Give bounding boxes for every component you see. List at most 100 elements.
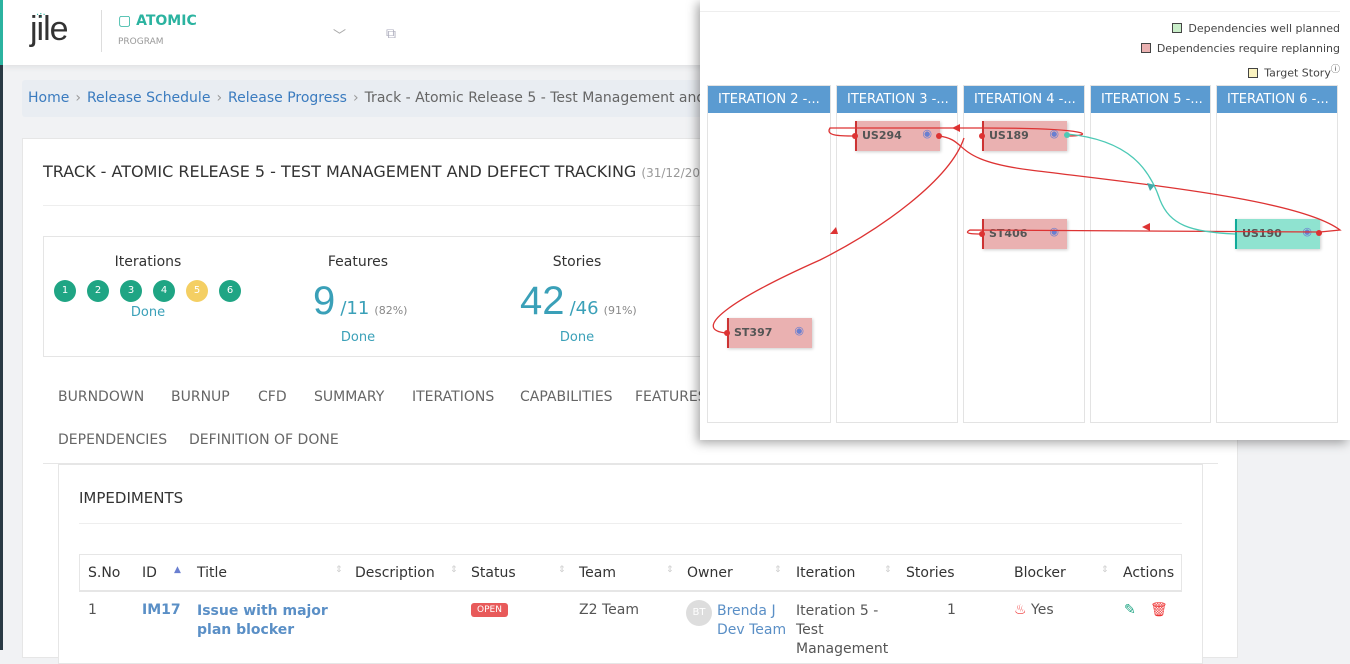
col-title[interactable]: Title	[197, 565, 227, 581]
iteration-dot[interactable]: 3	[120, 280, 142, 302]
tab-iterations[interactable]: ITERATIONS	[412, 389, 494, 405]
owner-line: Brenda J	[717, 603, 776, 619]
iteration-dots: 123456	[54, 278, 252, 302]
cell-stories: 1	[947, 602, 956, 618]
laptop-icon: ▢	[118, 13, 137, 29]
program-name: ATOMIC	[136, 13, 197, 29]
stories-pct: (91%)	[603, 304, 637, 317]
connector-dot	[724, 330, 730, 336]
tab-cfd[interactable]: CFD	[258, 389, 287, 405]
features-count: 9 /11 (82%)	[313, 279, 407, 324]
cell-title-link[interactable]: Issue with major plan blocker	[197, 602, 328, 640]
divider	[101, 10, 102, 52]
sort-icon[interactable]: ⇕	[450, 565, 458, 575]
tab-burndown[interactable]: BURNDOWN	[58, 389, 144, 405]
sort-icon[interactable]: ⇕	[558, 565, 566, 575]
cell-owner-link[interactable]: Brenda J Dev Team	[717, 602, 786, 640]
col-description[interactable]: Description	[355, 565, 435, 581]
iteration-dot[interactable]: 6	[219, 280, 241, 302]
impediments-title: IMPEDIMENTS	[79, 489, 184, 507]
col-blocker[interactable]: Blocker	[1014, 565, 1066, 581]
tab-burnup[interactable]: BURNUP	[171, 389, 230, 405]
stories-status: Done	[559, 330, 595, 345]
col-owner[interactable]: Owner	[687, 565, 733, 581]
sort-asc-icon[interactable]: ▲	[174, 565, 181, 575]
breadcrumb-release-progress[interactable]: Release Progress	[228, 90, 347, 106]
stories-count: 42 /46 (91%)	[520, 279, 637, 324]
dependency-arrows	[712, 124, 1342, 336]
blocker-value: Yes	[1031, 602, 1054, 618]
arrowhead	[830, 227, 838, 234]
program-selector[interactable]: ▢ ATOMIC	[118, 13, 197, 29]
title-line: Issue with major	[197, 603, 328, 619]
edit-icon[interactable]: ✎	[1124, 602, 1136, 618]
features-label: Features	[327, 254, 389, 270]
cell-id-link[interactable]: IM17	[142, 602, 181, 618]
iteration-dot[interactable]: 4	[153, 280, 175, 302]
owner-line: Dev Team	[717, 622, 787, 638]
hierarchy-icon[interactable]: ⧉	[386, 26, 396, 42]
title-text: TRACK - ATOMIC RELEASE 5 - TEST MANAGEME…	[43, 162, 637, 181]
cell-team: Z2 Team	[579, 602, 639, 618]
stories-done: 42	[520, 279, 565, 323]
dependency-popup: Dependencies well planned Dependencies r…	[700, 0, 1350, 440]
chevron-right-icon: ›	[352, 90, 359, 106]
stories-label: Stories	[552, 254, 602, 270]
iteration-line: Test	[796, 622, 824, 638]
cell-iteration: Iteration 5 - Test Management	[796, 602, 888, 659]
sort-icon[interactable]: ⇕	[774, 565, 782, 575]
title-line: plan blocker	[197, 622, 295, 638]
avatar: BT	[686, 600, 712, 626]
col-id[interactable]: ID	[142, 565, 157, 581]
stories-total: /46	[569, 298, 599, 319]
sort-icon[interactable]: ⇕	[335, 565, 343, 575]
tab-capabilities[interactable]: CAPABILITIES	[520, 389, 613, 405]
delete-icon[interactable]: 🗑	[1150, 602, 1168, 618]
iteration-dot-current[interactable]: 5	[186, 280, 208, 302]
connector-dot	[979, 231, 985, 237]
arrowhead	[1142, 223, 1150, 231]
tab-dependencies[interactable]: DEPENDENCIES	[58, 432, 167, 448]
tab-definition-of-done[interactable]: DEFINITION OF DONE	[189, 432, 339, 448]
iterations-status: Done	[130, 305, 166, 320]
sort-icon[interactable]: ⇕	[884, 565, 892, 575]
sidebar-accent	[0, 0, 3, 65]
features-status: Done	[340, 330, 376, 345]
features-done: 9	[313, 279, 336, 323]
status-badge: OPEN	[471, 603, 508, 617]
logo-dots-icon: ·:·	[36, 10, 46, 21]
col-stories[interactable]: Stories	[906, 565, 955, 581]
sort-icon[interactable]: ⇕	[1101, 565, 1109, 575]
arrowhead	[952, 124, 960, 132]
chevron-right-icon: ›	[216, 90, 223, 106]
iterations-label: Iterations	[114, 254, 182, 270]
fire-icon: ♨	[1014, 602, 1027, 618]
dependency-line	[966, 229, 1320, 235]
breadcrumb-release-schedule[interactable]: Release Schedule	[87, 90, 210, 106]
cell-sno: 1	[88, 602, 97, 618]
col-team[interactable]: Team	[579, 565, 616, 581]
connector-dot	[1064, 132, 1070, 138]
connector-dot	[936, 133, 942, 139]
connector-dot	[852, 133, 858, 139]
col-iteration[interactable]: Iteration	[796, 565, 855, 581]
col-sno[interactable]: S.No	[88, 565, 120, 581]
dependency-line	[712, 137, 965, 334]
divider	[79, 523, 1182, 524]
iteration-line: Iteration 5 -	[796, 603, 879, 619]
program-label: PROGRAM	[118, 37, 164, 47]
page-title: TRACK - ATOMIC RELEASE 5 - TEST MANAGEME…	[43, 162, 743, 181]
chevron-down-icon[interactable]: ﹀	[333, 25, 346, 44]
breadcrumb-home[interactable]: Home	[28, 90, 69, 106]
iteration-dot[interactable]: 1	[54, 280, 76, 302]
chevron-right-icon: ›	[75, 90, 81, 106]
features-pct: (82%)	[374, 304, 408, 317]
tab-summary[interactable]: SUMMARY	[314, 389, 384, 405]
col-status[interactable]: Status	[471, 565, 516, 581]
sort-icon[interactable]: ⇕	[666, 565, 674, 575]
sidebar-edge	[0, 0, 3, 650]
connector-dot	[1316, 230, 1322, 236]
tab-features[interactable]: FEATURES	[635, 389, 707, 405]
iteration-dot[interactable]: 2	[87, 280, 109, 302]
dependency-line	[938, 135, 1342, 233]
